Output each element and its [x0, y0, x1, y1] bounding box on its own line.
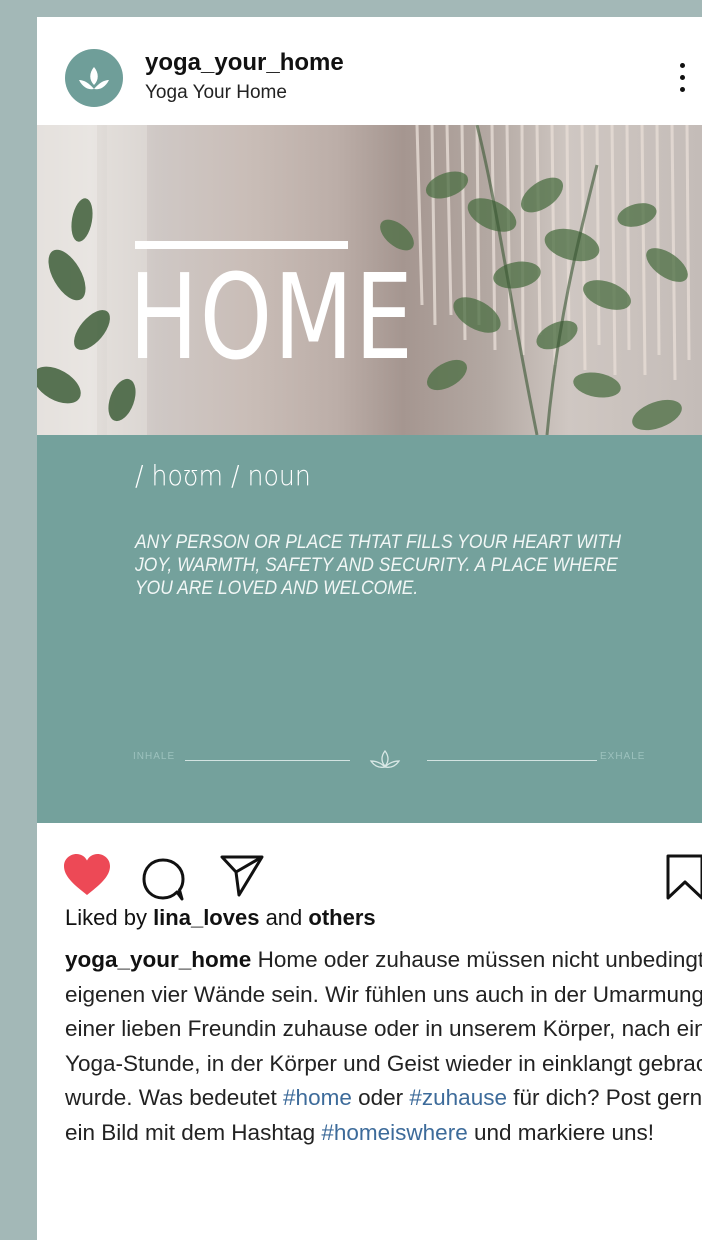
image-title-word: HOME	[129, 248, 415, 386]
phonetic-text: / hoʊm / noun	[135, 459, 311, 492]
lotus-icon	[369, 749, 401, 768]
post-full-name: Yoga Your Home	[145, 82, 287, 103]
comment-icon[interactable]	[141, 857, 187, 901]
more-options-icon[interactable]	[677, 63, 687, 107]
post-card: yoga_your_home Yoga Your Home HOME / hoʊ…	[37, 17, 702, 1240]
hashtag-link[interactable]: #homeiswhere	[321, 1120, 467, 1145]
likes-middle: and	[259, 905, 309, 930]
inhale-label: INHALE	[133, 751, 176, 762]
breath-line-right	[427, 760, 597, 761]
hashtag-link[interactable]: #zuhause	[409, 1085, 507, 1110]
avatar[interactable]	[65, 49, 123, 107]
bookmark-icon[interactable]	[665, 853, 702, 901]
definition-text: ANY PERSON OR PLACE THTAT FILLS YOUR HEA…	[135, 532, 621, 599]
post-image[interactable]: HOME / hoʊm / noun ANY PERSON OR PLACE T…	[37, 125, 702, 823]
hashtag-link[interactable]: #home	[283, 1085, 352, 1110]
photo-background: HOME	[37, 125, 702, 435]
heart-icon[interactable]	[63, 853, 111, 897]
post-username[interactable]: yoga_your_home	[145, 49, 344, 77]
liked-by-user[interactable]: lina_loves	[153, 905, 259, 930]
caption-text: und markiere uns!	[467, 1119, 655, 1145]
lotus-logo-icon	[79, 67, 109, 90]
caption-text: oder	[351, 1085, 410, 1110]
likes-summary[interactable]: Liked by lina_loves and others	[65, 905, 376, 931]
post-header: yoga_your_home Yoga Your Home	[37, 17, 702, 125]
breath-line-left	[185, 760, 350, 761]
post-actions	[37, 823, 702, 903]
exhale-label: EXHALE	[600, 751, 646, 762]
likes-prefix: Liked by	[65, 905, 154, 930]
post-caption: yoga_your_home Home oder zuhause müssen …	[65, 943, 702, 1150]
definition-panel: / hoʊm / noun ANY PERSON OR PLACE THTAT …	[37, 435, 702, 823]
caption-author[interactable]: yoga_your_home	[65, 947, 251, 972]
send-icon[interactable]	[219, 853, 265, 899]
likes-others[interactable]: others	[308, 905, 375, 930]
